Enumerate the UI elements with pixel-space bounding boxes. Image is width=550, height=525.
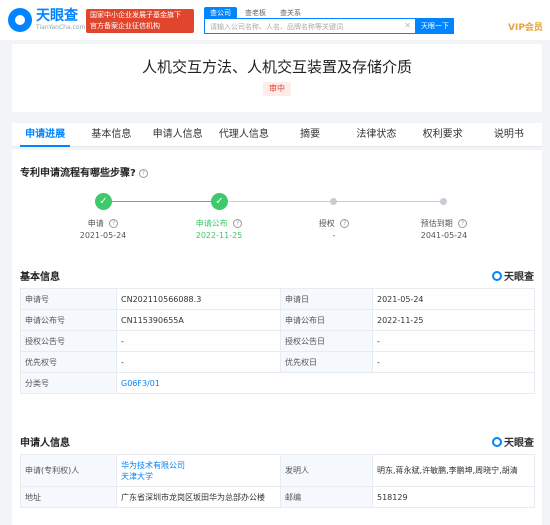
table-row: 优先权号 - 优先权日 - (20, 351, 535, 373)
applicant-info-table: 申请(专利权)人 华为技术有限公司 天津大学 发明人 明东,蒋永斌,许敏鹏,李鹏… (20, 454, 535, 508)
step-label: 授权 ? (289, 218, 379, 229)
table-row: 申请公布号 CN115390655A 申请公布日 2022-11-25 (20, 309, 535, 331)
table-row: 分类号 G06F3/01 (20, 372, 535, 394)
applicants-cell: 华为技术有限公司 天津大学 (116, 454, 281, 487)
tab-progress[interactable]: 申请进展 (12, 123, 78, 147)
field-label: 申请公布日 (280, 309, 373, 331)
field-label: 申请(专利权)人 (20, 454, 117, 487)
step-label: 申请公布 ? (174, 218, 264, 229)
step-pending-dot (330, 198, 337, 205)
field-value: 广东省深圳市龙岗区坂田华为总部办公楼 (116, 486, 281, 508)
applicant-link[interactable]: 天津大学 (121, 471, 276, 482)
step-date: 2041-05-24 (420, 231, 468, 240)
help-icon[interactable]: ? (340, 219, 350, 228)
field-value: 明东,蒋永斌,许敏鹏,李鹏坤,周晓宁,胡清 (372, 454, 535, 487)
field-value: CN202110566088.3 (116, 288, 281, 310)
field-value: 2021-05-24 (372, 288, 535, 310)
tab-description[interactable]: 说明书 (476, 123, 542, 146)
top-header: 天眼查 TianYanCha.com 国家中小企业发展子基金旗下 官方备案企业征… (0, 0, 550, 40)
field-value: CN115390655A (116, 309, 281, 331)
field-value: 2022-11-25 (372, 309, 535, 331)
vip-link[interactable]: VIP会员 (508, 20, 543, 33)
table-row: 地址 广东省深圳市龙岗区坂田华为总部办公楼 邮编 518129 (20, 486, 535, 508)
field-label: 发明人 (280, 454, 373, 487)
check-icon: ✓ (211, 193, 228, 210)
help-icon[interactable]: ? (138, 169, 148, 178)
field-label: 邮编 (280, 486, 373, 508)
field-value: - (372, 351, 535, 373)
basic-info-table: 申请号 CN202110566088.3 申请日 2021-05-24 申请公布… (20, 288, 535, 394)
help-icon[interactable]: ? (109, 219, 119, 228)
progress-question: 专利申请流程有哪些步骤?? (20, 164, 148, 179)
field-label: 授权公告号 (20, 330, 117, 352)
help-icon[interactable]: ? (233, 219, 243, 228)
logo-name: 天眼查 (36, 8, 78, 24)
step-pending-dot (440, 198, 447, 205)
tab-applicant[interactable]: 申请人信息 (145, 123, 211, 146)
field-value: - (116, 351, 281, 373)
table-row: 申请号 CN202110566088.3 申请日 2021-05-24 (20, 288, 535, 310)
field-label: 授权公告日 (280, 330, 373, 352)
clear-icon[interactable]: ✕ (404, 21, 411, 30)
field-label: 地址 (20, 486, 117, 508)
help-icon[interactable]: ? (458, 219, 468, 228)
gov-banner[interactable]: 国家中小企业发展子基金旗下 官方备案企业征信机构 (86, 9, 194, 33)
brand-watermark: 天眼查 (492, 268, 534, 283)
status-badge: 审中 (263, 82, 291, 96)
content-panel: 专利申请流程有哪些步骤?? ✓ ✓ 申请 ? 申请公布 ? 授权 ? 预估到期 … (12, 150, 542, 525)
progress-steps: ✓ ✓ 申请 ? 申请公布 ? 授权 ? 预估到期 ? 2021-05-24 2… (12, 192, 542, 252)
site-logo[interactable]: 天眼查 TianYanCha.com (8, 8, 85, 32)
patent-title-card: 人机交互方法、人机交互装置及存储介质 审中 (12, 44, 542, 112)
brand-watermark: 天眼查 (492, 434, 534, 449)
applicant-info-title: 申请人信息 (20, 438, 70, 449)
field-value: - (372, 330, 535, 352)
field-label: 分类号 (20, 372, 117, 394)
field-value: - (116, 330, 281, 352)
applicant-link[interactable]: 华为技术有限公司 (121, 460, 276, 471)
basic-info-title: 基本信息 (20, 272, 60, 283)
search-input[interactable]: 请输入公司名称、人名、品牌名称等关键词 ✕ (204, 18, 416, 34)
step-line-done (103, 201, 219, 202)
field-label: 优先权号 (20, 351, 117, 373)
page-title: 人机交互方法、人机交互装置及存储介质 (141, 58, 412, 76)
field-label: 申请公布号 (20, 309, 117, 331)
class-link[interactable]: G06F3/01 (121, 379, 160, 388)
class-value: G06F3/01 (116, 372, 535, 394)
tab-abstract[interactable]: 摘要 (277, 123, 343, 146)
tab-legal-status[interactable]: 法律状态 (343, 123, 409, 146)
field-label: 优先权日 (280, 351, 373, 373)
search-button[interactable]: 天眼一下 (416, 18, 454, 34)
tab-claims[interactable]: 权利要求 (410, 123, 476, 146)
field-label: 申请日 (280, 288, 373, 310)
tab-basic-info[interactable]: 基本信息 (78, 123, 144, 146)
step-date: - (332, 231, 336, 240)
step-date: 2022-11-25 (195, 231, 243, 240)
step-label: 预估到期 ? (399, 218, 489, 229)
eye-icon (492, 270, 502, 281)
table-row: 授权公告号 - 授权公告日 - (20, 330, 535, 352)
check-icon: ✓ (95, 193, 112, 210)
step-date: 2021-05-24 (79, 231, 127, 240)
step-label: 申请 ? (58, 218, 148, 229)
eye-icon (492, 436, 502, 447)
logo-eye-icon (8, 8, 32, 32)
detail-tabs: 申请进展 基本信息 申请人信息 代理人信息 摘要 法律状态 权利要求 说明书 (12, 123, 542, 147)
table-row: 申请(专利权)人 华为技术有限公司 天津大学 发明人 明东,蒋永斌,许敏鹏,李鹏… (20, 454, 535, 487)
field-value: 518129 (372, 486, 535, 508)
tab-agent[interactable]: 代理人信息 (211, 123, 277, 146)
field-label: 申请号 (20, 288, 117, 310)
logo-domain: TianYanCha.com (36, 24, 86, 31)
